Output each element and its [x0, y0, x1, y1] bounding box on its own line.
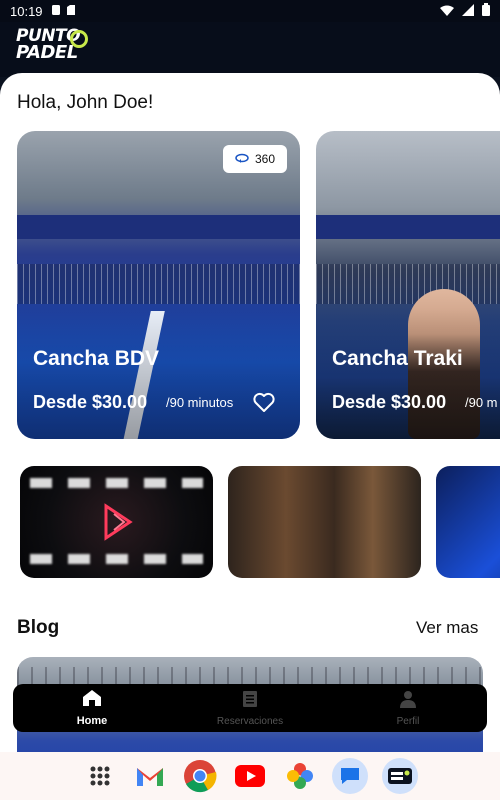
promo-thumbnail-2[interactable] — [228, 466, 421, 578]
card-shade — [17, 309, 300, 439]
wifi-icon — [440, 4, 454, 19]
home-content[interactable]: Hola, John Doe! 360 Cancha BDV Desde $30… — [0, 73, 500, 753]
apps-grid-icon[interactable] — [82, 758, 118, 794]
court-name: Cancha BDV — [33, 347, 160, 370]
status-bar: 10:19 — [0, 0, 500, 22]
app-header: PUNTO PADEL — [0, 22, 500, 77]
gmail-icon[interactable] — [132, 758, 168, 794]
ball-icon — [70, 30, 88, 48]
court-banner — [17, 215, 300, 239]
promo-thumbnail-3[interactable] — [436, 466, 500, 578]
court-net — [17, 264, 300, 304]
receipt-icon — [242, 690, 258, 713]
messages-icon[interactable] — [332, 758, 368, 794]
stadium-lights — [30, 554, 203, 564]
chrome-icon[interactable] — [182, 758, 218, 794]
nav-reservaciones[interactable]: Reservaciones — [171, 684, 329, 732]
nav-reservaciones-label: Reservaciones — [216, 715, 284, 727]
punto-padel-logo: PUNTO PADEL — [16, 26, 96, 66]
see-more-link[interactable]: Ver mas — [416, 618, 478, 638]
battery-icon — [482, 3, 490, 19]
stadium-lights — [30, 478, 203, 488]
court-duration: /90 m — [465, 395, 498, 410]
favorite-heart-icon[interactable] — [252, 390, 276, 414]
rotate-360-icon — [235, 152, 249, 166]
court-banner — [316, 215, 500, 239]
punto-padel-app-icon[interactable] — [382, 758, 418, 794]
notification-icon — [51, 4, 61, 19]
person-icon — [400, 690, 416, 713]
sd-card-icon — [66, 4, 76, 19]
home-icon — [82, 689, 102, 712]
court-name: Cancha Traki — [332, 347, 463, 370]
greeting: Hola, John Doe! — [17, 92, 154, 113]
status-time: 10:19 — [10, 3, 43, 19]
brand-mark-icon — [100, 496, 136, 546]
court-price: Desde $30.00 — [33, 392, 148, 412]
court-price: Desde $30.00 — [332, 392, 447, 412]
bottom-navigation: Home Reservaciones Perfil — [13, 684, 487, 732]
photos-icon[interactable] — [282, 758, 318, 794]
nav-home[interactable]: Home — [13, 684, 171, 732]
nav-perfil[interactable]: Perfil — [329, 684, 487, 732]
court-card-traki[interactable]: Cancha Traki Desde $30.00 /90 m — [316, 131, 500, 439]
logo-line-2: PADEL — [16, 42, 78, 63]
signal-icon — [462, 3, 474, 19]
view-360-button[interactable]: 360 — [223, 145, 287, 173]
nav-home-label: Home — [76, 715, 108, 727]
court-duration: /90 minutos — [166, 395, 234, 410]
blog-title: Blog — [17, 617, 60, 638]
court-card-bdv[interactable]: 360 Cancha BDV Desde $30.00 /90 minutos — [17, 131, 300, 439]
card-shade — [316, 309, 500, 439]
promo-thumbnail-1[interactable] — [20, 466, 213, 578]
youtube-icon[interactable] — [232, 758, 268, 794]
nav-perfil-label: Perfil — [396, 715, 420, 727]
system-dock — [0, 752, 500, 800]
court-net — [316, 264, 500, 304]
badge-360-label: 360 — [254, 152, 276, 166]
